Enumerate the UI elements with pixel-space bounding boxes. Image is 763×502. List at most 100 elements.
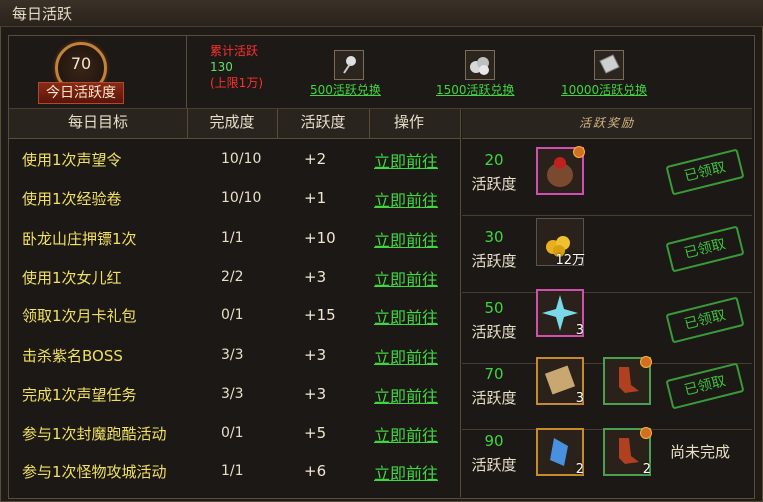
go-now-link[interactable]: 立即前往 (374, 422, 438, 446)
badge-icon (573, 146, 585, 158)
scroll-map-icon[interactable] (594, 50, 624, 80)
divider (187, 109, 188, 138)
tier-points: 30 (484, 228, 504, 246)
tier-points: 70 (484, 365, 504, 383)
item-count: 3 (575, 391, 584, 406)
today-activity-badge: 70 今日活跃度 (38, 40, 124, 106)
task-progress: 1/1 (221, 463, 244, 479)
task-progress: 2/2 (221, 269, 244, 285)
red-boot-icon[interactable]: 2 (603, 427, 652, 477)
task-name: 使用1次女儿红 (22, 269, 122, 287)
accumulated-value: 130 (210, 60, 233, 74)
today-activity-label: 今日活跃度 (38, 82, 124, 104)
tier-unit: 活跃度 (471, 175, 517, 193)
red-pouch-icon[interactable] (536, 146, 585, 195)
table-row: 完成1次声望任务 3/3 +3 立即前往 (9, 376, 460, 414)
task-name: 参与1次封魔跑酷活动 (22, 425, 167, 443)
task-name: 参与1次怪物攻城活动 (22, 463, 167, 481)
reward-tier: 70 活跃度 3 已领取 (462, 353, 752, 430)
reward-header: 活跃奖励 (462, 109, 752, 139)
task-progress: 3/3 (221, 347, 244, 363)
header-progress: 完成度 (209, 113, 255, 131)
reward-tier: 20 活跃度 已领取 (462, 139, 752, 216)
accumulated-activity: 累计活跃 130 (上限1万) (210, 43, 263, 91)
red-boot-icon[interactable] (603, 356, 652, 405)
divider (186, 36, 187, 108)
reward-tier: 90 活跃度 2 2 尚未完成 (462, 420, 752, 496)
task-name: 领取1次月卡礼包 (22, 307, 137, 325)
go-now-link[interactable]: 立即前往 (374, 148, 438, 172)
blue-star-gem-icon[interactable]: 3 (536, 289, 584, 338)
task-progress: 3/3 (221, 386, 244, 402)
badge-icon (640, 427, 652, 439)
divider (460, 109, 461, 497)
silver-coins-icon[interactable] (465, 50, 495, 80)
divider (277, 109, 278, 138)
task-points: +3 (304, 268, 327, 286)
gold-coins-icon[interactable]: 12万 (536, 218, 585, 268)
table-row: 击杀紫名BOSS 3/3 +3 立即前往 (9, 337, 460, 375)
tier-unit: 活跃度 (471, 323, 517, 341)
reward-header-label: 活跃奖励 (578, 116, 635, 130)
tier-unit: 活跃度 (471, 252, 517, 270)
claimed-stamp: 已领取 (665, 362, 745, 410)
tier-points: 90 (484, 432, 504, 450)
task-points: +1 (304, 189, 327, 207)
tier-points: 50 (484, 299, 504, 317)
scroll-icon[interactable]: 3 (536, 357, 584, 406)
task-name: 击杀紫名BOSS (22, 347, 123, 365)
task-progress: 0/1 (221, 425, 244, 441)
go-now-link[interactable]: 立即前往 (374, 383, 438, 407)
accumulated-label: 累计活跃 (210, 44, 259, 58)
table-row: 使用1次女儿红 2/2 +3 立即前往 (9, 259, 460, 297)
pending-status: 尚未完成 (670, 443, 731, 461)
go-now-link[interactable]: 立即前往 (374, 460, 438, 484)
tier-points: 20 (484, 151, 504, 169)
go-now-link[interactable]: 立即前往 (374, 304, 438, 328)
tier-unit: 活跃度 (471, 456, 517, 474)
task-progress: 0/1 (221, 307, 244, 323)
divider (369, 109, 370, 138)
item-count: 2 (642, 462, 651, 477)
item-count: 12万 (555, 253, 585, 268)
item-count: 3 (575, 323, 584, 338)
exchange-10000-link[interactable]: 10000活跃兑换 (561, 81, 647, 98)
exchange-1500-link[interactable]: 1500活跃兑换 (436, 81, 515, 98)
table-row: 参与1次封魔跑酷活动 0/1 +5 立即前往 (9, 415, 460, 453)
task-points: +2 (304, 150, 327, 168)
task-progress: 10/10 (221, 190, 262, 206)
task-progress: 1/1 (221, 230, 244, 246)
task-name: 使用1次经验卷 (22, 190, 122, 208)
go-now-link[interactable]: 立即前往 (374, 187, 438, 211)
claimed-stamp: 已领取 (665, 296, 745, 344)
silver-fan-icon[interactable] (334, 50, 364, 80)
task-progress: 10/10 (221, 151, 262, 167)
table-row: 使用1次声望令 10/10 +2 立即前往 (9, 141, 460, 179)
go-now-link[interactable]: 立即前往 (374, 266, 438, 290)
blue-crystal-icon[interactable]: 2 (536, 428, 584, 477)
title-bar: 每日活跃 (0, 0, 763, 27)
accumulated-limit: (上限1万) (210, 76, 263, 90)
header-points: 活跃度 (300, 113, 346, 131)
table-row: 卧龙山庄押镖1次 1/1 +10 立即前往 (9, 220, 460, 258)
task-name: 完成1次声望任务 (22, 386, 137, 404)
task-name: 卧龙山庄押镖1次 (22, 230, 137, 248)
exchange-500-link[interactable]: 500活跃兑换 (310, 81, 381, 98)
claimed-stamp: 已领取 (665, 148, 745, 196)
task-points: +15 (304, 306, 336, 324)
window-title: 每日活跃 (12, 5, 73, 23)
task-name: 使用1次声望令 (22, 151, 122, 169)
header-action: 操作 (393, 113, 424, 131)
task-points: +5 (304, 424, 327, 442)
table-row: 参与1次怪物攻城活动 1/1 +6 立即前往 (9, 453, 460, 491)
table-row: 领取1次月卡礼包 0/1 +15 立即前往 (9, 297, 460, 335)
task-points: +10 (304, 229, 336, 247)
task-points: +6 (304, 462, 327, 480)
go-now-link[interactable]: 立即前往 (374, 344, 438, 368)
tier-unit: 活跃度 (471, 389, 517, 407)
header-goal: 每日目标 (67, 113, 128, 131)
go-now-link[interactable]: 立即前往 (374, 227, 438, 251)
item-count: 2 (575, 462, 584, 477)
task-points: +3 (304, 385, 327, 403)
table-row: 使用1次经验卷 10/10 +1 立即前往 (9, 180, 460, 218)
